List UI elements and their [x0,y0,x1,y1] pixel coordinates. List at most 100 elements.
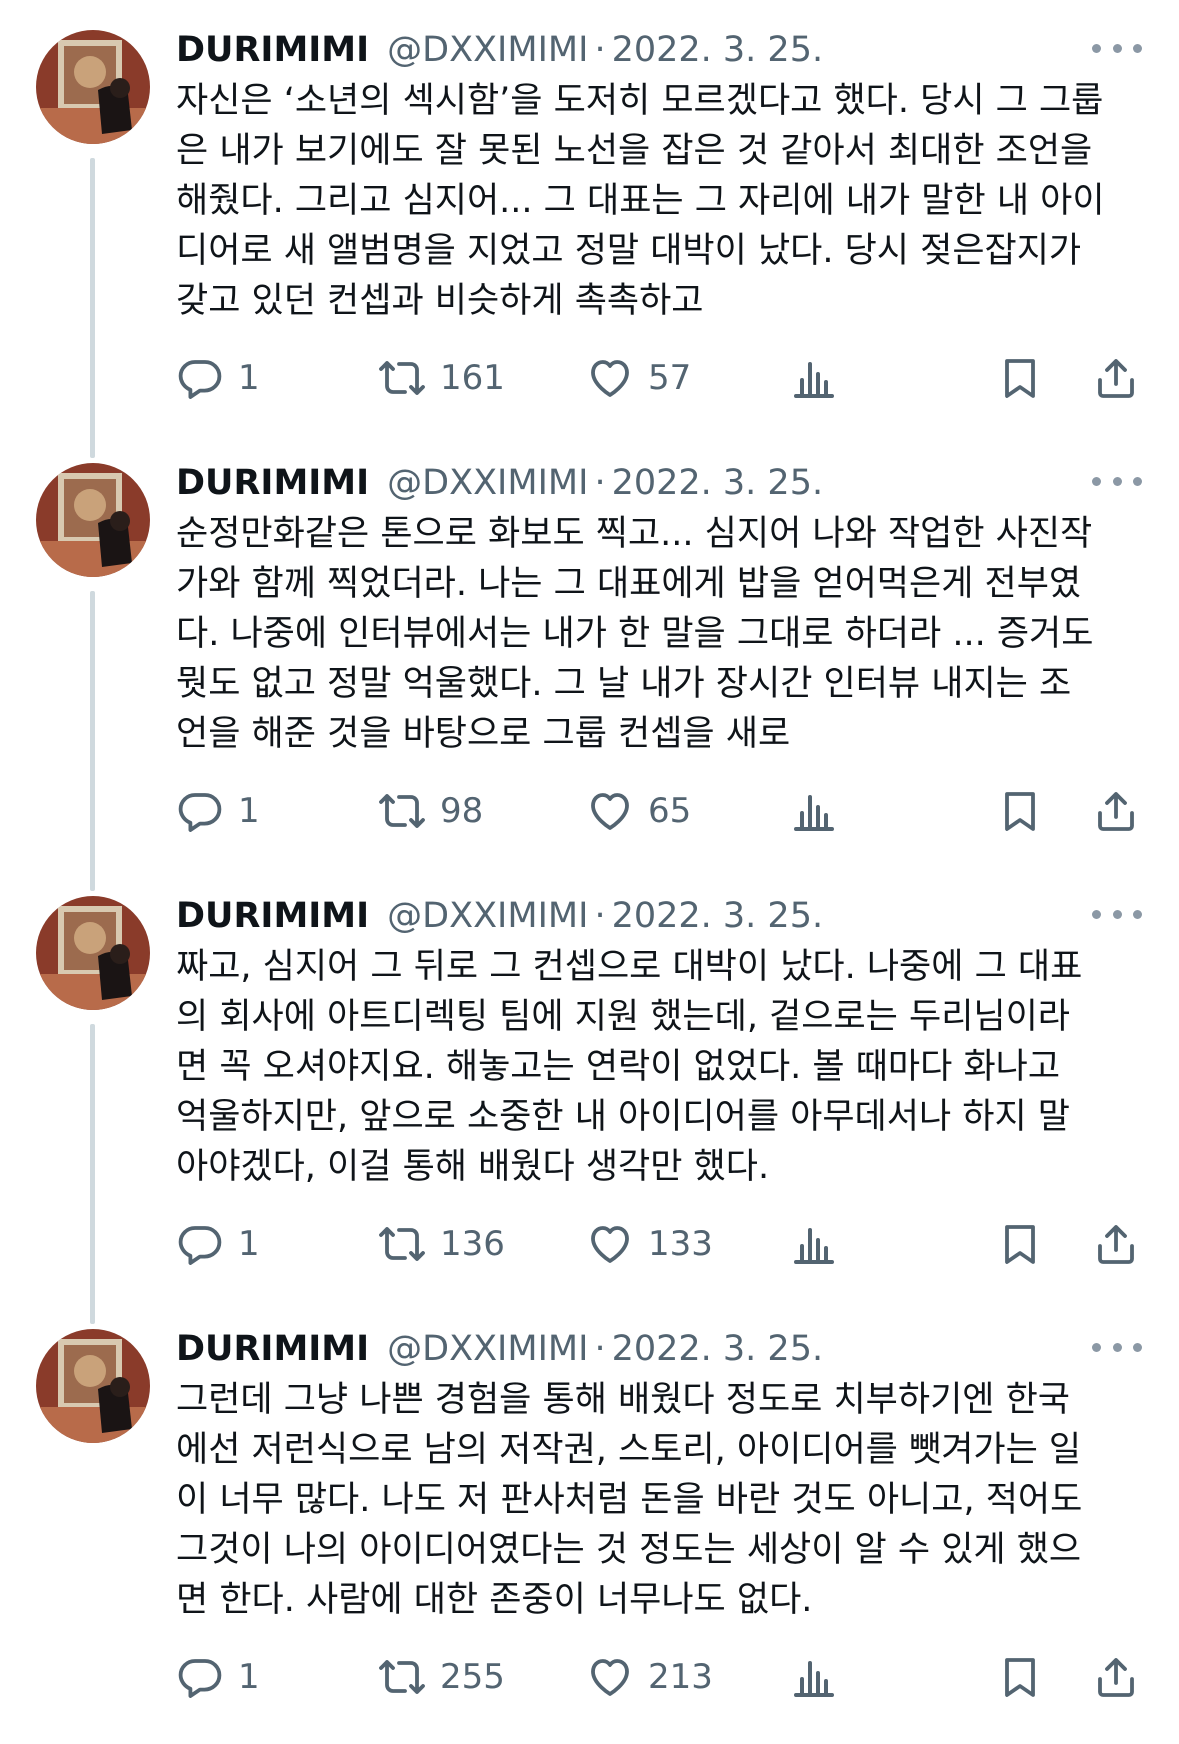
tweet-text-line: 에선 저런식으로 남의 저작권, 스토리, 아이디어를 뺏겨가는 일 [176,1430,1082,1470]
reply-button[interactable]: 1 [176,783,260,839]
tweet[interactable]: DURIMIMI @DXXIMIMI · 2022. 3. 25. 그런데 그냥… [0,1299,1179,1744]
like-button[interactable]: 65 [586,783,691,839]
bookmark-icon [1005,359,1035,398]
separator-dot: · [594,896,606,936]
tweet-date[interactable]: 2022. 3. 25. [612,459,824,507]
views-button[interactable] [790,783,838,839]
retweet-button[interactable]: 161 [378,350,505,406]
tweet-text-line: 이 너무 많다. 나도 저 판사처럼 돈을 바란 것도 아니고, 적어도 [176,1480,1083,1520]
tweet-header: DURIMIMI @DXXIMIMI · 2022. 3. 25. [176,892,823,940]
tweet-text: 자신은 ‘소년의 섹시함’을 도저히 모르겠다고 했다. 당시 그 그룹 은 내… [176,76,1146,326]
tweet-actions: 1 161 57 [176,350,1146,406]
like-button[interactable]: 213 [586,1649,713,1705]
heart-icon [591,1226,629,1263]
separator-dot: · [594,463,606,503]
bookmark-button[interactable] [996,1216,1044,1272]
bookmark-button[interactable] [996,350,1044,406]
views-icon [794,795,834,831]
more-horizontal-icon[interactable] [1092,36,1142,60]
views-button[interactable] [790,350,838,406]
bookmark-button[interactable] [996,1649,1044,1705]
share-icon [1098,359,1134,398]
tweet-text-line: 의 회사에 아트디렉팅 팀에 지원 했는데, 겉으로는 두리님이라 [176,997,1071,1037]
like-count: 133 [648,1224,713,1264]
tweet-date[interactable]: 2022. 3. 25. [612,1325,824,1373]
display-name[interactable]: DURIMIMI [176,26,369,74]
reply-icon [178,1226,222,1265]
share-button[interactable] [1092,1649,1140,1705]
reply-button[interactable]: 1 [176,350,260,406]
reply-icon [178,360,222,399]
user-handle[interactable]: @DXXIMIMI [387,892,588,940]
more-horizontal-icon[interactable] [1092,1335,1142,1359]
retweet-button[interactable]: 136 [378,1216,505,1272]
tweet[interactable]: DURIMIMI @DXXIMIMI · 2022. 3. 25. 순정만화같은… [0,433,1179,891]
share-button[interactable] [1092,350,1140,406]
tweet-text-line: 면 한다. 사람에 대한 존중이 너무나도 없다. [176,1580,813,1620]
tweet-text-line: 디어로 새 앨범명을 지었고 정말 대박이 났다. 당시 젖은잡지가 [176,231,1082,271]
tweet-actions: 1 98 65 [176,783,1146,839]
reply-count: 1 [238,791,260,831]
profile-photo [36,896,150,1010]
separator-dot: · [594,30,606,70]
avatar[interactable] [36,30,150,144]
reply-button[interactable]: 1 [176,1649,260,1705]
tweet-text-line: 해줬다. 그리고 심지어... 그 대표는 그 자리에 내가 말한 내 아이 [176,181,1105,221]
reply-count: 1 [238,1657,260,1697]
thread-connector-line [90,158,95,458]
like-count: 65 [648,791,692,831]
retweet-count: 255 [440,1657,505,1697]
tweet-text-line: 그것이 나의 아이디어였다는 것 정도는 세상이 알 수 있게 했으 [176,1530,1082,1570]
tweet-date[interactable]: 2022. 3. 25. [612,26,824,74]
tweet-text: 순정만화같은 톤으로 화보도 찍고... 심지어 나와 작업한 사진작 가와 함… [176,509,1146,759]
tweet-text-line: 아야겠다, 이걸 통해 배웠다 생각만 했다. [176,1147,770,1187]
user-handle[interactable]: @DXXIMIMI [387,26,588,74]
retweet-button[interactable]: 255 [378,1649,505,1705]
tweet-text-line: 가와 함께 찍었더라. 나는 그 대표에게 밥을 얻어먹은게 전부였 [176,564,1082,604]
share-icon [1098,1658,1134,1697]
like-count: 213 [648,1657,713,1697]
profile-photo [36,1329,150,1443]
user-handle[interactable]: @DXXIMIMI [387,1325,588,1373]
views-icon [794,1661,834,1697]
reply-button[interactable]: 1 [176,1216,260,1272]
profile-photo [36,463,150,577]
profile-photo [36,30,150,144]
tweet-header: DURIMIMI @DXXIMIMI · 2022. 3. 25. [176,26,823,74]
bookmark-button[interactable] [996,783,1044,839]
retweet-icon [379,794,425,828]
views-icon [794,1228,834,1264]
tweet[interactable]: DURIMIMI @DXXIMIMI · 2022. 3. 25. 짜고, 심지… [0,866,1179,1324]
display-name[interactable]: DURIMIMI [176,459,369,507]
more-horizontal-icon[interactable] [1092,902,1142,926]
reply-icon [178,1659,222,1698]
tweet[interactable]: DURIMIMI @DXXIMIMI · 2022. 3. 25. 자신은 ‘소… [0,0,1179,458]
views-button[interactable] [790,1216,838,1272]
like-button[interactable]: 57 [586,350,691,406]
tweet-header: DURIMIMI @DXXIMIMI · 2022. 3. 25. [176,459,823,507]
heart-icon [591,1659,629,1696]
avatar[interactable] [36,463,150,577]
tweet-date[interactable]: 2022. 3. 25. [612,892,824,940]
share-button[interactable] [1092,783,1140,839]
tweet-text: 그런데 그냥 나쁜 경험을 통해 배웠다 정도로 치부하기엔 한국 에선 저런식… [176,1375,1146,1625]
display-name[interactable]: DURIMIMI [176,892,369,940]
tweet-text: 짜고, 심지어 그 뒤로 그 컨셉으로 대박이 났다. 나중에 그 대표 의 회… [176,942,1146,1192]
retweet-button[interactable]: 98 [378,783,483,839]
thread-connector-line [90,1024,95,1324]
like-button[interactable]: 133 [586,1216,713,1272]
avatar[interactable] [36,896,150,1010]
views-icon [794,362,834,398]
display-name[interactable]: DURIMIMI [176,1325,369,1373]
views-button[interactable] [790,1649,838,1705]
retweet-count: 98 [440,791,484,831]
tweet-text-line: 갖고 있던 컨셉과 비슷하게 촉촉하고 [176,281,704,321]
share-button[interactable] [1092,1216,1140,1272]
tweet-text-line: 짜고, 심지어 그 뒤로 그 컨셉으로 대박이 났다. 나중에 그 대표 [176,947,1083,987]
tweet-header: DURIMIMI @DXXIMIMI · 2022. 3. 25. [176,1325,823,1373]
user-handle[interactable]: @DXXIMIMI [387,459,588,507]
reply-icon [178,793,222,832]
bookmark-icon [1005,1225,1035,1264]
more-horizontal-icon[interactable] [1092,469,1142,493]
avatar[interactable] [36,1329,150,1443]
